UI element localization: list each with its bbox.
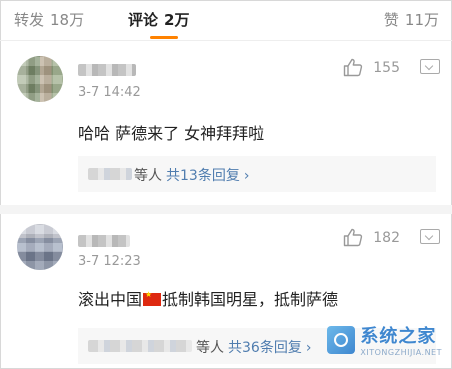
dropdown-more-icon[interactable]	[420, 229, 440, 244]
username-blurred[interactable]	[78, 235, 130, 247]
tab-comment[interactable]: 评论 2万	[128, 9, 189, 30]
tab-repost-count: 18万	[50, 11, 85, 29]
reply-usernames-blurred	[88, 340, 192, 352]
like-button[interactable]: 182	[343, 228, 400, 247]
site-watermark: 系统之家 XITONGZHIJIA.NET	[327, 322, 442, 357]
tab-comment-count: 2万	[164, 11, 190, 29]
tab-like-count: 11万	[404, 11, 439, 29]
comment-text-part-1: 滚出中国	[78, 290, 143, 309]
avatar[interactable]	[17, 56, 63, 102]
like-button[interactable]: 155	[343, 58, 400, 77]
like-count: 155	[373, 59, 400, 76]
replies-count-link[interactable]: 共13条回复	[166, 168, 240, 184]
watermark-title: 系统之家	[360, 326, 437, 347]
comment-text: 滚出中国抵制韩国明星，抵制萨德	[78, 286, 338, 310]
tab-like-label: 赞	[383, 11, 399, 29]
comment-text-part-2: 抵制韩国明星，抵制萨德	[162, 290, 339, 309]
watermark-url: XITONGZHIJIA.NET	[360, 348, 442, 357]
reply-usernames-blurred	[88, 168, 132, 180]
tab-repost[interactable]: 转发 18万	[14, 9, 84, 30]
tab-repost-label: 转发	[14, 11, 45, 29]
dropdown-more-icon[interactable]	[420, 59, 440, 74]
replies-summary[interactable]: 等人 共13条回复 ›	[78, 156, 436, 192]
watermark-text: 系统之家 XITONGZHIJIA.NET	[360, 322, 442, 357]
avatar[interactable]	[17, 224, 63, 270]
replies-suffix: 等人	[196, 340, 224, 356]
comment-time: 3-7 14:42	[78, 85, 141, 100]
like-count: 182	[373, 229, 400, 246]
watermark-logo-icon	[327, 325, 356, 354]
thumbs-up-icon	[343, 228, 363, 247]
tab-like[interactable]: 赞 11万	[384, 9, 439, 30]
comment-time: 3-7 12:23	[78, 254, 141, 269]
active-tab-indicator	[150, 36, 178, 39]
comment-divider	[0, 205, 452, 214]
comment-tab-bar: 转发 18万 评论 2万 赞 11万	[0, 0, 452, 41]
thumbs-up-icon	[343, 58, 363, 77]
replies-count-link[interactable]: 共36条回复	[228, 340, 302, 356]
comment-item: 3-7 14:42 155 哈哈 萨德来了 女神拜拜啦 等人 共13条回复 ›	[0, 40, 452, 200]
replies-label: 等人 共13条回复 ›	[134, 165, 249, 185]
username-blurred[interactable]	[78, 64, 136, 76]
replies-label: 等人 共36条回复 ›	[196, 337, 311, 357]
tab-comment-label: 评论	[128, 11, 159, 29]
replies-suffix: 等人	[134, 168, 162, 184]
avatar-mosaic	[17, 56, 63, 102]
avatar-mosaic	[17, 224, 63, 270]
chevron-right-icon: ›	[243, 168, 250, 184]
chevron-right-icon: ›	[305, 340, 312, 356]
comment-text: 哈哈 萨德来了 女神拜拜啦	[78, 124, 265, 143]
china-flag-icon	[143, 290, 162, 306]
